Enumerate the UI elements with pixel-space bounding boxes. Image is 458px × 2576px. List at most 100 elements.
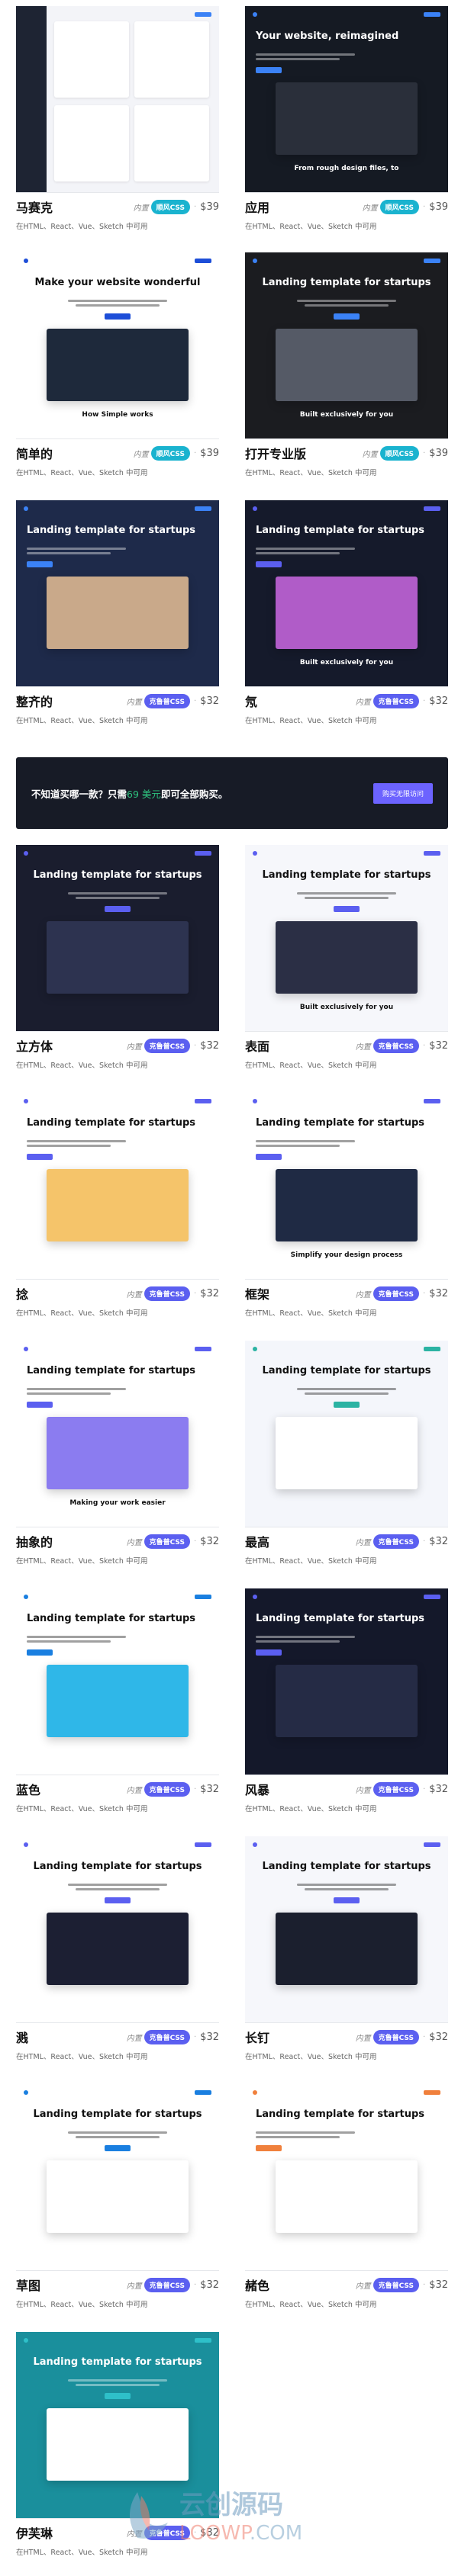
separator: · (193, 1289, 197, 1298)
template-card[interactable]: Landing template for startups 整齐的 内置 克鲁普CSS… (16, 500, 219, 744)
template-card[interactable]: Landing template for startups 赭色 内置 克鲁普CSS ·… (245, 2084, 448, 2328)
template-card[interactable]: Landing template for startups 蓝色 内置 克鲁普CSS ·… (16, 1588, 219, 1832)
template-title-row: 打开专业版 内置 顺风CSS · $39 (245, 445, 448, 461)
template-name[interactable]: 草图 (16, 2276, 127, 2294)
preview-nav (253, 1595, 440, 1599)
preview-text-line (256, 1140, 355, 1142)
template-preview[interactable]: Landing template for startups (245, 2084, 448, 2271)
template-preview[interactable]: Landing template for startups Simplify yo… (245, 1093, 448, 1280)
template-preview[interactable]: Landing template for startups (16, 1093, 219, 1280)
preview-text-line (68, 2379, 167, 2382)
separator: · (422, 2280, 426, 2289)
template-name[interactable]: 框架 (245, 1284, 356, 1302)
template-name[interactable]: 蓝色 (16, 1780, 127, 1798)
template-name[interactable]: 表面 (245, 1036, 356, 1055)
template-price: $32 (429, 695, 448, 707)
template-preview[interactable]: Landing template for startups (16, 1588, 219, 1775)
template-card[interactable]: Landing template for startups 草图 内置 克鲁普CSS ·… (16, 2084, 219, 2328)
preview-text-line (27, 1388, 126, 1390)
template-price: $32 (200, 2031, 219, 2043)
framework-badge[interactable]: 克鲁普CSS (373, 1286, 419, 1301)
framework-badge[interactable]: 克鲁普CSS (144, 1038, 190, 1053)
preview-headline: Landing template for startups (33, 869, 202, 881)
template-card[interactable]: Landing template for startups 风暴 内置 克鲁普CSS ·… (245, 1588, 448, 1832)
availability-text: 在HTML、React、Vue、Sketch 中可用 (16, 1557, 148, 1566)
template-name[interactable]: 应用 (245, 198, 363, 216)
template-preview[interactable]: Make your website wonderful How Simple wo… (16, 252, 219, 439)
framework-badge[interactable]: 克鲁普CSS (373, 2029, 419, 2044)
template-card[interactable]: Landing template for startups Simplify yo… (245, 1093, 448, 1337)
framework-badge[interactable]: 顺风CSS (379, 199, 419, 214)
template-card[interactable]: 马赛克 内置 顺风CSS · $39 在HTML、React、Vue、Sketch 中可用 (16, 6, 219, 250)
buy-unlimited-access-button[interactable]: 购买无限访问 (373, 782, 433, 804)
template-name[interactable]: 氖 (245, 692, 356, 710)
template-preview[interactable]: Landing template for startups Built exclu… (245, 500, 448, 687)
template-preview[interactable]: Landing template for startups (16, 2084, 219, 2271)
template-preview[interactable]: Landing template for startups (16, 500, 219, 687)
framework-badge[interactable]: 克鲁普CSS (373, 1038, 419, 1053)
preview-text-line (305, 304, 389, 307)
template-card[interactable]: Landing template for startups 溅内置 克鲁普CSS · $… (16, 1836, 219, 2080)
preview-headline: Landing template for startups (27, 525, 195, 536)
template-name[interactable]: 抽象的 (16, 1532, 127, 1550)
preview-nav-button (424, 506, 440, 511)
template-preview[interactable]: Landing template for startups Built exclu… (245, 252, 448, 439)
framework-badge[interactable]: 克鲁普CSS (144, 693, 190, 708)
framework-badge[interactable]: 克鲁普CSS (373, 1781, 419, 1797)
template-card[interactable]: Make your website wonderful How Simple wo… (16, 252, 219, 496)
template-title-row: 框架 内置 克鲁普CSS · $32 (245, 1285, 448, 1302)
template-card[interactable]: Landing template for startups Making your… (16, 1341, 219, 1585)
framework-badge[interactable]: 克鲁普CSS (144, 1781, 190, 1797)
template-preview[interactable]: Your website, reimagined From rough desig… (245, 6, 448, 193)
template-card[interactable]: Landing template for startups 立方体 内置 克鲁普CSS… (16, 845, 219, 1089)
built-in-label: 内置 (355, 1042, 371, 1052)
template-preview[interactable]: Landing template for startups (245, 1341, 448, 1527)
template-card[interactable]: Landing template for startups Built exclu… (245, 500, 448, 744)
preview-headline: Make your website wonderful (34, 277, 201, 288)
template-name[interactable]: 最高 (245, 1532, 356, 1550)
template-preview[interactable]: Landing template for startups (245, 1588, 448, 1775)
template-preview[interactable]: Landing template for startups Making your… (16, 1341, 219, 1527)
framework-badge[interactable]: 克鲁普CSS (144, 1286, 190, 1301)
template-preview[interactable]: Landing template for startups (16, 845, 219, 1032)
preview-subheading: From rough design files, to (294, 165, 399, 172)
template-card[interactable]: Your website, reimagined From rough desig… (245, 6, 448, 250)
template-name[interactable]: 伊芙琳 (16, 2523, 127, 2542)
preview-cta-button (256, 1154, 282, 1160)
template-card[interactable]: Landing template for startups 最高 内置 克鲁普CSS ·… (245, 1341, 448, 1585)
template-preview[interactable]: Landing template for startups (16, 1836, 219, 2023)
framework-badge[interactable]: 克鲁普CSS (373, 2277, 419, 2292)
framework-badge[interactable]: 克鲁普CSS (144, 1534, 190, 1549)
framework-badge[interactable]: 顺风CSS (150, 445, 190, 461)
template-card[interactable]: Landing template for startups 长钉 内置 克鲁普CSS ·… (245, 1836, 448, 2080)
built-in-label: 内置 (126, 1290, 142, 1299)
template-preview[interactable] (16, 6, 219, 193)
banner-price-highlight: 69 美元 (127, 788, 161, 800)
template-card[interactable]: Landing template for startups Built exclu… (245, 845, 448, 1089)
framework-badge[interactable]: 克鲁普CSS (373, 693, 419, 708)
preview-mockup-image (276, 577, 418, 649)
preview-logo-icon (24, 506, 28, 511)
template-name[interactable]: 风暴 (245, 1780, 356, 1798)
template-preview[interactable]: Landing template for startups Built exclu… (245, 845, 448, 1032)
template-name[interactable]: 长钉 (245, 2028, 356, 2046)
template-name[interactable]: 捻 (16, 1284, 127, 1302)
framework-badge[interactable]: 克鲁普CSS (373, 1534, 419, 1549)
template-name[interactable]: 简单的 (16, 444, 134, 462)
template-title-row: 捻内置 克鲁普CSS · $32 (16, 1285, 219, 1302)
template-name[interactable]: 整齐的 (16, 692, 127, 710)
framework-badge[interactable]: 顺风CSS (150, 199, 190, 214)
template-preview[interactable]: Landing template for startups (245, 1836, 448, 2023)
framework-badge[interactable]: 克鲁普CSS (144, 2277, 190, 2292)
preview-mockup-image (276, 1169, 418, 1241)
template-name[interactable]: 赭色 (245, 2276, 356, 2294)
framework-badge[interactable]: 顺风CSS (379, 445, 419, 461)
preview-nav-button (424, 851, 440, 856)
template-name[interactable]: 溅 (16, 2028, 127, 2046)
template-name[interactable]: 马赛克 (16, 198, 134, 216)
template-card[interactable]: Landing template for startups 捻内置 克鲁普CSS · $… (16, 1093, 219, 1337)
template-name[interactable]: 立方体 (16, 1036, 127, 1055)
template-card[interactable]: Landing template for startups Built exclu… (245, 252, 448, 496)
template-name[interactable]: 打开专业版 (245, 444, 363, 462)
framework-badge[interactable]: 克鲁普CSS (144, 2029, 190, 2044)
